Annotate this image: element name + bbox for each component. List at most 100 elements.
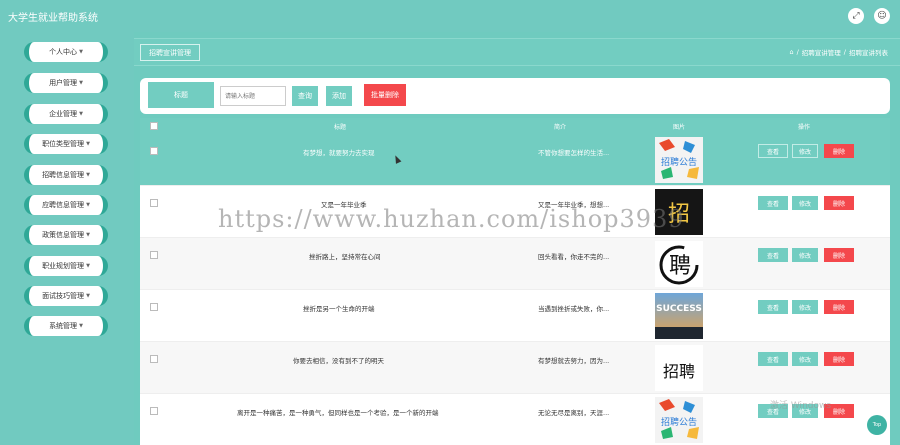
edit-button[interactable]: 修改 [792, 300, 818, 314]
sidebar-item-applications[interactable]: 应聘信息管理 ▼ [24, 195, 108, 215]
image-caption: 招聘公告 [661, 416, 697, 428]
table-row[interactable]: 挫折是另一个生命的开端 当遇到挫折或失败，你... SUCCESS 查看 修改 … [140, 290, 890, 342]
row-checkbox[interactable] [150, 199, 158, 207]
row-image: 招聘公告 [655, 137, 703, 183]
chevron-down-icon: ▼ [86, 202, 90, 208]
sidebar-item-companies[interactable]: 企业管理 ▼ [24, 104, 108, 124]
row-title: 挫折是另一个生命的开端 [303, 305, 375, 313]
table-row[interactable]: 挫折路上，坚持常在心间 回头看看，你走不完的... 聘 查看 修改 删除 [140, 238, 890, 290]
sidebar-item-job-types[interactable]: 职位类型管理 ▼ [24, 134, 108, 154]
view-button[interactable]: 查看 [758, 352, 788, 366]
select-all-checkbox[interactable] [150, 122, 158, 130]
header-image: 图片 [672, 123, 685, 131]
batch-delete-button[interactable]: 批量删除 [364, 84, 406, 106]
sidebar-item-label: 企业管理 [49, 110, 78, 118]
edit-button[interactable]: 修改 [792, 352, 818, 366]
sidebar-item-label: 系统管理 [49, 322, 78, 330]
delete-button[interactable]: 删除 [824, 300, 854, 314]
tab-recruit-talks[interactable]: 招聘宣讲管理 [140, 44, 200, 61]
view-button[interactable]: 查看 [758, 248, 788, 262]
search-label: 标题 [148, 82, 214, 108]
top-bar: 大学生就业帮助系统 ⤢ ☺ [0, 0, 900, 32]
windows-activation-mark: 激活 Windows [770, 401, 832, 411]
image-caption: 聘 [669, 254, 691, 279]
chevron-down-icon: ▼ [86, 141, 90, 147]
back-to-top-button[interactable]: Top [867, 415, 887, 435]
breadcrumb-level-2: 招聘宣讲列表 [849, 49, 888, 57]
row-checkbox[interactable] [150, 407, 158, 415]
fullscreen-icon[interactable]: ⤢ [848, 8, 864, 24]
query-button[interactable]: 查询 [292, 86, 318, 106]
row-title: 你要去相信，没有到不了的明天 [293, 357, 384, 365]
sidebar-item-users[interactable]: 用户管理 ▼ [24, 73, 108, 93]
view-button[interactable]: 查看 [758, 196, 788, 210]
sidebar-item-career-plan[interactable]: 职业规划管理 ▼ [24, 256, 108, 276]
edit-button[interactable]: 修改 [792, 144, 818, 158]
breadcrumb-level-1[interactable]: 招聘宣讲管理 [802, 47, 841, 57]
sidebar-item-label: 用户管理 [49, 79, 78, 87]
sidebar-item-label: 职业规划管理 [42, 262, 85, 270]
image-caption: 招聘 [663, 362, 695, 381]
chevron-down-icon: ▼ [86, 232, 90, 238]
delete-button[interactable]: 删除 [824, 248, 854, 262]
title-search-input[interactable] [220, 86, 286, 106]
row-intro: 不管你想要怎样的生活... [538, 149, 610, 157]
header-title: 标题 [333, 123, 346, 131]
header-ops: 操作 [797, 123, 810, 131]
view-button[interactable]: 查看 [758, 300, 788, 314]
watermark-text: https://www.huzhan.com/ishop3939 [218, 205, 685, 233]
main-content: 招聘宣讲管理 ⌂ / 招聘宣讲管理 / 招聘宣讲列表 标题 查询 添加 批量删除… [134, 32, 900, 445]
sidebar-item-recruit-info[interactable]: 招聘信息管理 ▼ [24, 165, 108, 185]
table-header: 标题 简介 图片 操作 [140, 118, 890, 134]
row-title: 挫折路上，坚持常在心间 [309, 253, 381, 261]
row-intro: 当遇到挫折或失败，你... [538, 305, 610, 313]
table-row[interactable]: 有梦想，就要努力去实现 不管你想要怎样的生活... 招聘公告 查看 修改 删除 [140, 134, 890, 186]
row-image: SUCCESS [655, 293, 703, 339]
chevron-down-icon: ▼ [79, 323, 83, 329]
sidebar-item-label: 个人中心 [49, 48, 78, 56]
row-checkbox[interactable] [150, 147, 158, 155]
edit-button[interactable]: 修改 [792, 196, 818, 210]
sidebar-item-label: 面试技巧管理 [42, 292, 85, 300]
app-title: 大学生就业帮助系统 [8, 12, 98, 24]
add-button[interactable]: 添加 [326, 86, 352, 106]
row-title: 有梦想，就要努力去实现 [303, 149, 375, 157]
sidebar-item-policies[interactable]: 政策信息管理 ▼ [24, 225, 108, 245]
edit-button[interactable]: 修改 [792, 248, 818, 262]
row-image: 招聘公告 [655, 397, 703, 443]
row-intro: 有梦想就去努力，因为... [538, 357, 610, 365]
sidebar-item-label: 招聘信息管理 [42, 171, 85, 179]
chevron-down-icon: ▼ [79, 80, 83, 86]
row-checkbox[interactable] [150, 251, 158, 259]
sidebar-item-personal-center[interactable]: 个人中心 ▼ [24, 42, 108, 62]
user-icon[interactable]: ☺ [874, 8, 890, 24]
image-caption: SUCCESS [656, 304, 702, 314]
sidebar: 个人中心 ▼ 用户管理 ▼ 企业管理 ▼ 职位类型管理 ▼ 招聘信息管理 ▼ 应聘信息管理… [0, 32, 134, 445]
row-checkbox[interactable] [150, 355, 158, 363]
row-image: 招聘 [655, 345, 703, 391]
row-intro: 回头看看，你走不完的... [538, 253, 610, 261]
view-button[interactable]: 查看 [758, 144, 788, 158]
row-intro: 无论无尽是离别，天涯... [538, 409, 610, 417]
home-icon[interactable]: ⌂ [789, 48, 793, 56]
row-image: 聘 [655, 241, 703, 287]
chevron-down-icon: ▼ [86, 172, 90, 178]
chevron-down-icon: ▼ [79, 111, 83, 117]
sidebar-item-system[interactable]: 系统管理 ▼ [24, 316, 108, 336]
sidebar-item-interview-tips[interactable]: 面试技巧管理 ▼ [24, 286, 108, 306]
sidebar-item-label: 应聘信息管理 [42, 201, 85, 209]
chevron-down-icon: ▼ [86, 263, 90, 269]
data-table: 标题 简介 图片 操作 有梦想，就要努力去实现 不管你想要怎样的生活... 招聘… [140, 118, 890, 445]
header-intro: 简介 [553, 123, 566, 131]
image-caption: 招聘公告 [661, 156, 697, 168]
sidebar-item-label: 政策信息管理 [42, 231, 85, 239]
search-panel: 标题 查询 添加 批量删除 [140, 78, 890, 114]
table-row[interactable]: 你要去相信，没有到不了的明天 有梦想就去努力，因为... 招聘 查看 修改 删除 [140, 342, 890, 394]
delete-button[interactable]: 删除 [824, 196, 854, 210]
row-checkbox[interactable] [150, 303, 158, 311]
chevron-down-icon: ▼ [79, 49, 83, 55]
breadcrumb: ⌂ / 招聘宣讲管理 / 招聘宣讲列表 [789, 47, 888, 57]
delete-button[interactable]: 删除 [824, 352, 854, 366]
chevron-down-icon: ▼ [86, 293, 90, 299]
delete-button[interactable]: 删除 [824, 144, 854, 158]
